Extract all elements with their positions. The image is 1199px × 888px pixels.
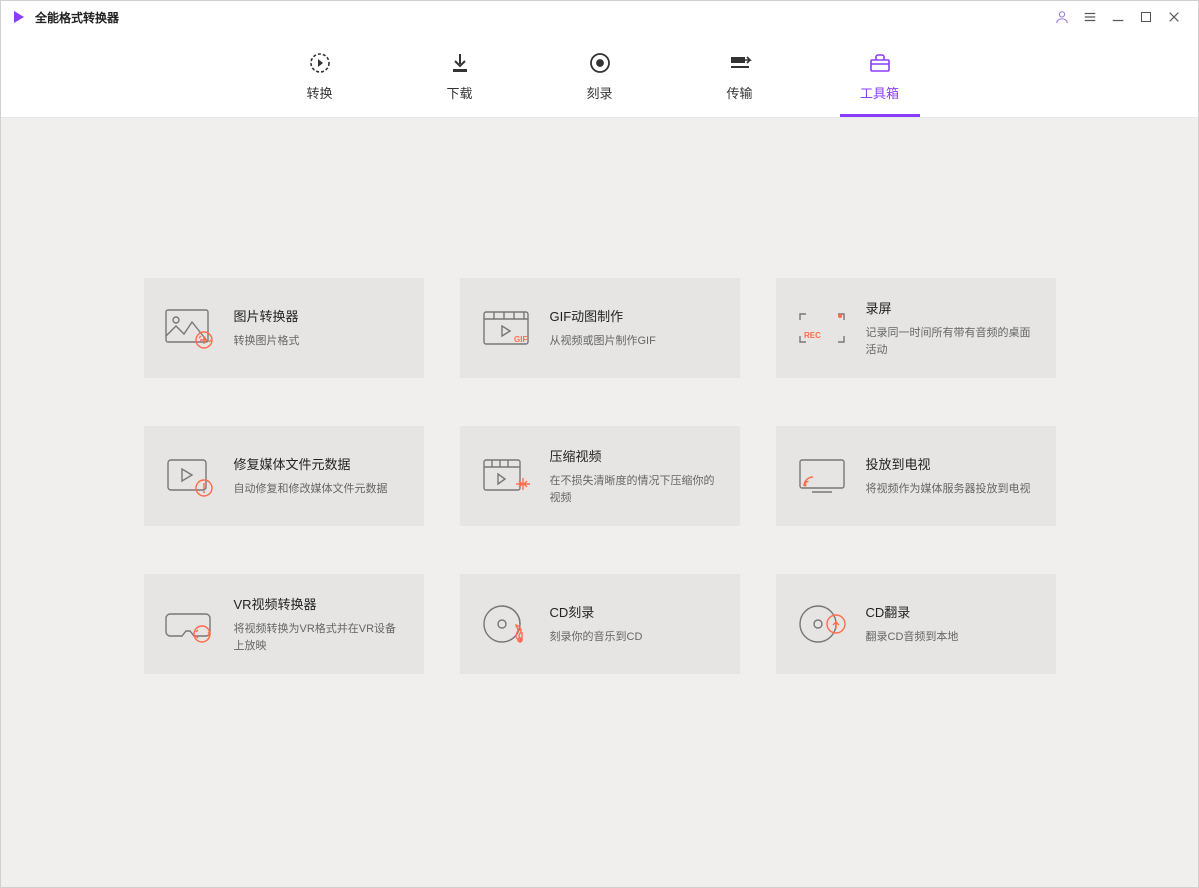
- main-tabs: 转换 下载 刻录 传输 工具箱: [1, 33, 1198, 118]
- tab-transfer[interactable]: 传输: [700, 41, 780, 117]
- transfer-icon: [728, 51, 752, 75]
- tab-label: 传输: [726, 83, 752, 102]
- card-desc: 刻录你的音乐到CD: [550, 629, 722, 646]
- fix-metadata-icon: [162, 448, 218, 504]
- card-desc: 在不损失清晰度的情况下压缩你的视频: [550, 473, 722, 506]
- tab-download[interactable]: 下载: [420, 41, 500, 117]
- screen-record-icon: REC: [794, 300, 850, 356]
- card-title: 修复媒体文件元数据: [234, 454, 406, 473]
- tool-image-converter[interactable]: 图片转换器 转换图片格式: [144, 278, 424, 378]
- tab-label: 转换: [306, 83, 332, 102]
- tool-compress-video[interactable]: 压缩视频 在不损失清晰度的情况下压缩你的视频: [460, 426, 740, 526]
- tab-label: 刻录: [586, 83, 612, 102]
- card-title: 投放到电视: [866, 454, 1038, 473]
- tool-gif-maker[interactable]: GIF GIF动图制作 从视频或图片制作GIF: [460, 278, 740, 378]
- card-title: CD翻录: [866, 602, 1038, 621]
- svg-text:REC: REC: [804, 331, 821, 340]
- user-icon[interactable]: [1048, 3, 1076, 31]
- tab-burn[interactable]: 刻录: [560, 41, 640, 117]
- cast-tv-icon: [794, 448, 850, 504]
- cd-rip-icon: [794, 596, 850, 652]
- tool-cast-tv[interactable]: 投放到电视 将视频作为媒体服务器投放到电视: [776, 426, 1056, 526]
- tool-vr-converter[interactable]: VR视频转换器 将视频转换为VR格式并在VR设备上放映: [144, 574, 424, 674]
- image-converter-icon: [162, 300, 218, 356]
- gif-maker-icon: GIF: [478, 300, 534, 356]
- titlebar: 全能格式转换器: [1, 1, 1198, 33]
- burn-icon: [588, 51, 612, 75]
- toolbox-icon: [868, 51, 892, 75]
- convert-icon: [308, 51, 332, 75]
- card-title: 录屏: [866, 298, 1038, 317]
- card-desc: 自动修复和修改媒体文件元数据: [234, 481, 406, 498]
- tab-toolbox[interactable]: 工具箱: [840, 41, 920, 117]
- card-title: 图片转换器: [234, 306, 406, 325]
- tab-label: 下载: [446, 83, 472, 102]
- content-area: 图片转换器 转换图片格式 GIF GIF动图制作 从视频或图片制作GIF: [1, 118, 1198, 887]
- compress-video-icon: [478, 448, 534, 504]
- cd-burn-icon: [478, 596, 534, 652]
- card-desc: 将视频作为媒体服务器投放到电视: [866, 481, 1038, 498]
- tools-grid: 图片转换器 转换图片格式 GIF GIF动图制作 从视频或图片制作GIF: [144, 278, 1056, 837]
- app-logo-icon: [11, 9, 27, 25]
- tool-cd-burn[interactable]: CD刻录 刻录你的音乐到CD: [460, 574, 740, 674]
- menu-icon[interactable]: [1076, 3, 1104, 31]
- tab-convert[interactable]: 转换: [280, 41, 360, 117]
- svg-text:GIF: GIF: [514, 335, 527, 344]
- card-title: CD刻录: [550, 602, 722, 621]
- tab-label: 工具箱: [860, 83, 899, 102]
- card-desc: 将视频转换为VR格式并在VR设备上放映: [234, 621, 406, 654]
- card-desc: 转换图片格式: [234, 333, 406, 350]
- app-window: 全能格式转换器 转换: [0, 0, 1199, 888]
- card-title: GIF动图制作: [550, 306, 722, 325]
- tool-fix-metadata[interactable]: 修复媒体文件元数据 自动修复和修改媒体文件元数据: [144, 426, 424, 526]
- card-title: 压缩视频: [550, 446, 722, 465]
- minimize-button[interactable]: [1104, 3, 1132, 31]
- vr-converter-icon: [162, 596, 218, 652]
- card-desc: 记录同一时间所有带有音频的桌面活动: [866, 325, 1038, 358]
- card-desc: 翻录CD音频到本地: [866, 629, 1038, 646]
- tool-screen-record[interactable]: REC 录屏 记录同一时间所有带有音频的桌面活动: [776, 278, 1056, 378]
- download-icon: [448, 51, 472, 75]
- app-title: 全能格式转换器: [35, 9, 119, 26]
- card-desc: 从视频或图片制作GIF: [550, 333, 722, 350]
- tool-cd-rip[interactable]: CD翻录 翻录CD音频到本地: [776, 574, 1056, 674]
- maximize-button[interactable]: [1132, 3, 1160, 31]
- card-title: VR视频转换器: [234, 594, 406, 613]
- close-button[interactable]: [1160, 3, 1188, 31]
